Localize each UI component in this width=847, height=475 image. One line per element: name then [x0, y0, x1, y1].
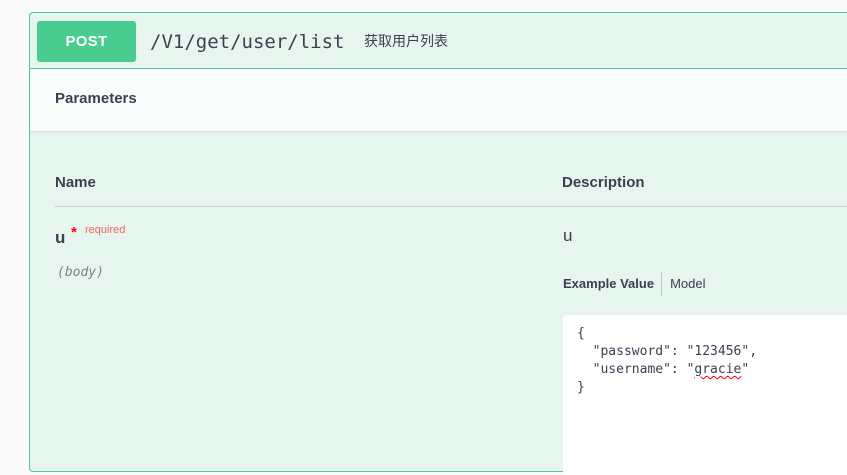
tab-model[interactable]: Model — [662, 272, 705, 296]
example-value-box[interactable]: { "password": "123456", "username": "gra… — [563, 315, 847, 475]
code-key-username: "username": — [577, 362, 687, 377]
code-line-username: "username": "gracie" — [577, 361, 847, 379]
parameters-header: Parameters — [30, 69, 847, 131]
code-value-username: gracie — [694, 362, 742, 377]
tab-example-value[interactable]: Example Value — [563, 272, 663, 296]
code-key-password: "password": — [577, 344, 687, 359]
code-value-password: "123456", — [686, 344, 758, 359]
operation-summary[interactable]: POST /V1/get/user/list 获取用户列表 — [30, 13, 847, 69]
parameters-title: Parameters — [55, 90, 137, 107]
column-header-name: Name — [55, 174, 96, 191]
example-tabs: Example Value Model — [563, 272, 705, 296]
parameter-location: (body) — [57, 265, 104, 280]
code-line-password: "password": "123456", — [577, 343, 847, 361]
method-badge: POST — [37, 21, 136, 62]
header-divider — [55, 206, 847, 207]
parameter-name: u — [55, 228, 66, 247]
required-marker: * — [71, 224, 77, 241]
operation-block-post: POST /V1/get/user/list 获取用户列表 Parameters… — [29, 12, 847, 475]
required-label: required — [85, 224, 126, 236]
code-brace-close: } — [577, 380, 585, 395]
code-brace-open: { — [577, 326, 585, 341]
column-header-description: Description — [562, 174, 645, 191]
operation-description: 获取用户列表 — [364, 34, 448, 50]
parameter-description: u — [563, 226, 573, 245]
code-value-username-close-quote: " — [741, 362, 750, 377]
operation-path: /V1/get/user/list — [150, 31, 345, 53]
